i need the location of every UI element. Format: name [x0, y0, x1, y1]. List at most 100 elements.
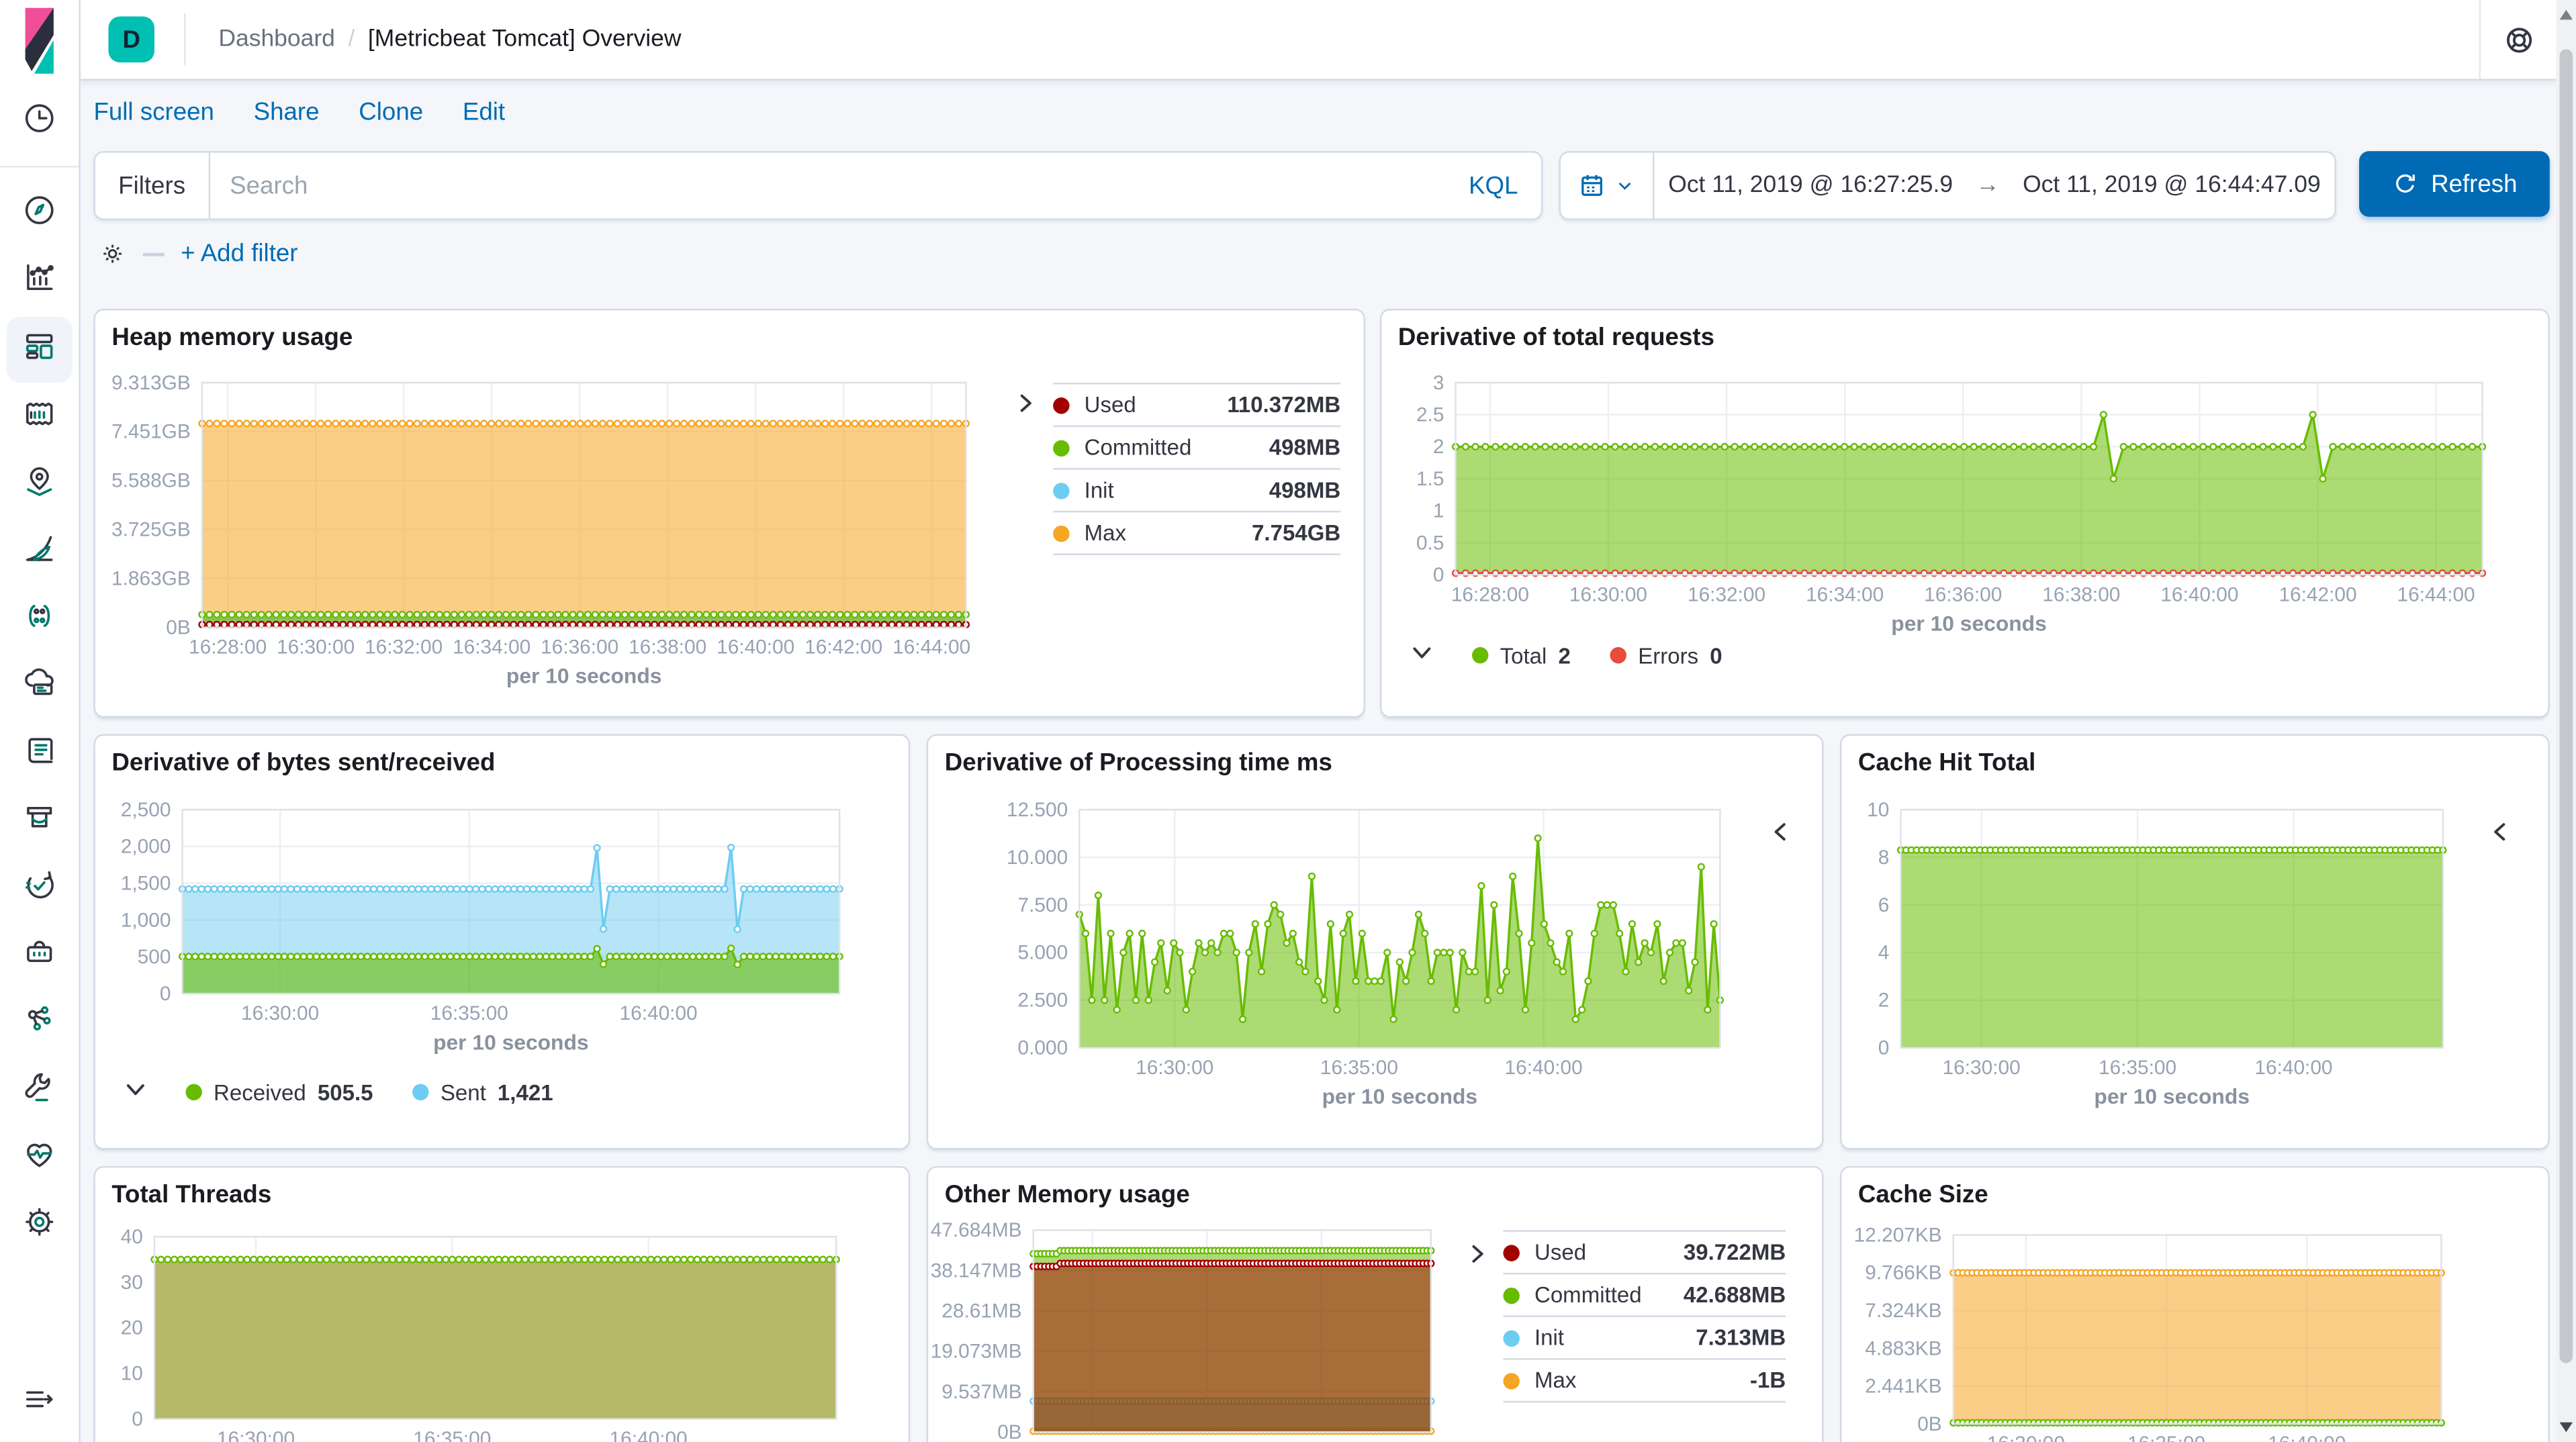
legend-item-init[interactable]: Init7.313MB: [1503, 1316, 1786, 1359]
legend-value: 505.5: [318, 1080, 373, 1105]
sidebar-item-infrastructure[interactable]: [7, 654, 73, 721]
full-screen-button[interactable]: Full screen: [93, 98, 214, 126]
legend-item-received[interactable]: Received505.5: [185, 1080, 373, 1105]
management-icon: [21, 1204, 58, 1248]
help-life-ring-icon: [2503, 23, 2534, 54]
svg-text:8: 8: [1878, 847, 1890, 869]
add-filter-button[interactable]: + Add filter: [181, 240, 297, 268]
collapse-menu-button[interactable]: [7, 1365, 73, 1432]
legend-item-total[interactable]: Total2: [1472, 643, 1571, 668]
legend-collapse-button[interactable]: [1411, 642, 1432, 669]
header-divider: [184, 13, 185, 66]
clone-button[interactable]: Clone: [359, 98, 423, 126]
series-Threads: [152, 1257, 839, 1419]
legend-item-max[interactable]: Max7.754GB: [1053, 511, 1340, 554]
share-button[interactable]: Share: [254, 98, 320, 126]
svg-text:16:44:00: 16:44:00: [2397, 583, 2475, 606]
sidebar-item-recently-viewed[interactable]: [7, 89, 73, 156]
sidebar-item-graph[interactable]: [7, 990, 73, 1057]
chevron-down-icon: [1613, 174, 1636, 197]
legend-item-errors[interactable]: Errors0: [1610, 643, 1722, 668]
legend-item-init[interactable]: Init498MB: [1053, 468, 1340, 511]
svg-text:16:30:00: 16:30:00: [1943, 1057, 2021, 1079]
legend-item-max[interactable]: Max-1B: [1503, 1358, 1786, 1401]
scrollbar-thumb[interactable]: [2560, 49, 2573, 1363]
apm-icon: [21, 598, 58, 642]
svg-text:0B: 0B: [1917, 1413, 1941, 1435]
date-to[interactable]: Oct 11, 2019 @ 16:44:47.09: [2023, 173, 2321, 199]
panel-title: Cache Hit Total: [1858, 749, 2035, 777]
y-axis: 05001,0001,5002,0002,500: [121, 799, 171, 1005]
legend-item-committed[interactable]: Committed498MB: [1053, 426, 1340, 469]
sidebar-item-metrics[interactable]: [7, 788, 73, 855]
legend-expand-button[interactable]: [2485, 818, 2512, 844]
sidebar-item-siem[interactable]: [7, 923, 73, 990]
chart-legend: Used110.372MBCommitted498MBInit498MBMax7…: [1053, 383, 1340, 555]
legend-swatch: [1053, 439, 1069, 455]
svg-text:4.883KB: 4.883KB: [1865, 1337, 1941, 1359]
chart-cachesize: 0B2.441KB4.883KB7.324KB9.766KB12.207KB16…: [1953, 1235, 2442, 1424]
legend-collapse-button[interactable]: [125, 1079, 146, 1105]
svg-text:16:38:00: 16:38:00: [2042, 583, 2120, 606]
sidebar-item-discover[interactable]: [7, 181, 73, 248]
series-Size: [1950, 1270, 2444, 1424]
sidebar-item-uptime[interactable]: [7, 856, 73, 923]
svg-text:16:30:00: 16:30:00: [1987, 1433, 2065, 1442]
svg-text:16:40:00: 16:40:00: [2268, 1433, 2346, 1442]
legend-item-used[interactable]: Used110.372MB: [1053, 383, 1340, 426]
legend-label: Used: [1534, 1240, 1684, 1265]
legend-swatch: [1472, 647, 1488, 663]
breadcrumb-dashboard-link[interactable]: Dashboard: [218, 26, 335, 52]
search-input[interactable]: [210, 172, 1446, 200]
legend-collapse-button[interactable]: [1012, 389, 1038, 416]
legend-collapse-button[interactable]: [1464, 1240, 1490, 1266]
maps-icon: [21, 463, 58, 508]
sidebar-item-machine-learning[interactable]: [7, 519, 73, 586]
legend-swatch: [1053, 397, 1069, 413]
svg-text:2.441KB: 2.441KB: [1865, 1376, 1941, 1398]
legend-expand-button[interactable]: [1766, 818, 1792, 844]
sidebar-item-dev-tools[interactable]: [7, 1058, 73, 1125]
sidebar-item-monitoring[interactable]: [7, 1125, 73, 1192]
legend-item-sent[interactable]: Sent1,421: [412, 1080, 553, 1105]
svg-text:2,500: 2,500: [121, 799, 171, 821]
scrollbar-down-button[interactable]: [2557, 1416, 2576, 1439]
sidebar-item-management[interactable]: [7, 1192, 73, 1259]
chart-processing: 0.0002.5005.0007.50010.00012.50016:30:00…: [1079, 810, 1720, 1048]
refresh-button[interactable]: Refresh: [2359, 151, 2550, 217]
legend-label: Sent: [441, 1080, 486, 1105]
series-Zero: [1950, 1420, 2444, 1426]
chart-legend: Total2 Errors0: [1411, 642, 1722, 669]
sidebar-item-dashboard[interactable]: [7, 317, 73, 383]
dashboard-menu: Full screen Share Clone Edit: [79, 79, 2556, 144]
filters-button[interactable]: Filters: [95, 153, 210, 219]
legend-item-used[interactable]: Used39.722MB: [1503, 1230, 1786, 1273]
scrollbar[interactable]: [2557, 0, 2576, 1442]
sidebar-item-logs[interactable]: [7, 721, 73, 788]
svg-text:16:28:00: 16:28:00: [189, 636, 267, 659]
svg-text:5.000: 5.000: [1018, 942, 1068, 964]
edit-button[interactable]: Edit: [463, 98, 505, 126]
sidebar-item-apm[interactable]: [7, 586, 73, 653]
svg-text:7.451GB: 7.451GB: [111, 421, 191, 443]
chart-bytes: 05001,0001,5002,0002,50016:30:0016:35:00…: [183, 810, 840, 994]
series-Used: [1030, 1261, 1434, 1433]
svg-text:16:30:00: 16:30:00: [277, 636, 355, 659]
sidebar-item-canvas[interactable]: [7, 384, 73, 451]
help-button[interactable]: [2479, 0, 2557, 79]
svg-text:1,500: 1,500: [121, 872, 171, 894]
date-from[interactable]: Oct 11, 2019 @ 16:27:25.9: [1668, 173, 1953, 199]
legend-item-committed[interactable]: Committed42.688MB: [1503, 1273, 1786, 1316]
space-avatar[interactable]: D: [108, 16, 154, 62]
panel-processing-time: Derivative of Processing time ms 0.0002.…: [927, 734, 1824, 1150]
scrollbar-up-button[interactable]: [2557, 3, 2576, 26]
filter-settings-gear-icon[interactable]: [99, 240, 127, 268]
kql-selector[interactable]: KQL: [1446, 172, 1541, 200]
sidebar-item-visualize[interactable]: [7, 248, 73, 315]
kibana-dashboard-app: D Dashboard / [Metricbeat Tomcat] Overvi…: [0, 0, 2576, 1442]
legend-swatch: [1610, 647, 1626, 663]
kibana-logo[interactable]: [11, 10, 67, 76]
legend-value: 42.688MB: [1684, 1283, 1786, 1308]
sidebar-item-maps[interactable]: [7, 452, 73, 519]
calendar-button[interactable]: [1561, 153, 1654, 219]
